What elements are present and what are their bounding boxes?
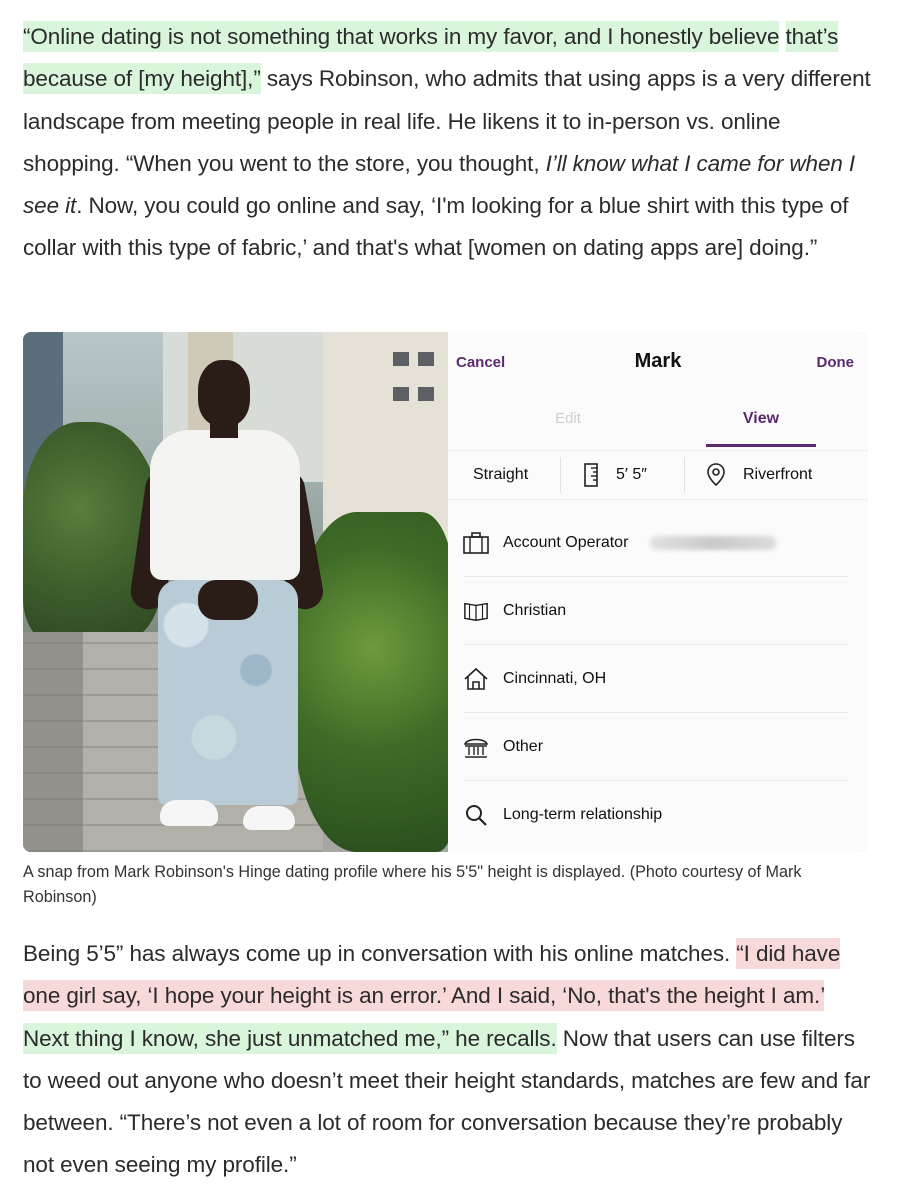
window — [418, 352, 434, 366]
profile-item-religion: Christian — [463, 577, 848, 645]
portrait-photo — [23, 332, 453, 852]
briefcase-icon — [463, 530, 489, 556]
shoe-left — [160, 800, 218, 826]
divider — [684, 457, 685, 493]
profile-vitals-row: Straight 5′ 5″ Riverfront — [448, 450, 868, 500]
location-value: Riverfront — [743, 466, 813, 483]
person — [128, 360, 326, 840]
profile-item-politics: Other — [463, 713, 848, 781]
looking-for-value: Long-term relationship — [503, 805, 663, 823]
figure-caption: A snap from Mark Robinson's Hinge dating… — [23, 863, 802, 906]
done-button[interactable]: Done — [817, 354, 855, 371]
article-figure: Cancel Mark Done Edit View Straight 5′ 5… — [23, 332, 868, 852]
divider — [560, 457, 561, 493]
profile-name: Mark — [634, 350, 682, 372]
article-section: “Online dating is not something that wor… — [0, 0, 897, 1200]
tab-view[interactable]: View — [706, 410, 816, 428]
hands — [198, 580, 258, 620]
active-tab-indicator — [706, 444, 816, 447]
government-building-icon — [463, 734, 489, 760]
profile-tabs: Edit View — [448, 406, 868, 450]
location-pin-icon — [703, 462, 729, 488]
ruler-icon — [578, 462, 604, 488]
height-cell: 5′ 5″ — [578, 451, 647, 499]
white-shirt — [150, 430, 300, 580]
highlighted-quote-green: Next thing I know, she just unmatched me… — [23, 1022, 557, 1054]
head — [198, 360, 250, 426]
window — [418, 387, 434, 401]
home-icon — [463, 666, 489, 692]
hometown-value: Cincinnati, OH — [503, 669, 607, 687]
height-value: 5′ 5″ — [616, 466, 647, 483]
shoe-right — [243, 806, 295, 830]
profile-header: Cancel Mark Done — [448, 332, 868, 406]
location-cell: Riverfront — [703, 451, 812, 499]
politics-value: Other — [503, 737, 544, 755]
magnifier-icon — [463, 802, 489, 828]
tab-edit[interactable]: Edit — [508, 410, 628, 427]
dating-profile-screenshot: Cancel Mark Done Edit View Straight 5′ 5… — [448, 332, 868, 852]
highlighted-quote-1: “Online dating is not something that wor… — [23, 21, 779, 52]
profile-item-job: Account Operator — [463, 509, 848, 577]
window — [393, 387, 409, 401]
profile-item-looking-for: Long-term relationship — [463, 781, 848, 848]
book-icon — [463, 598, 489, 624]
blurred-employer — [650, 535, 777, 550]
paragraph-text: . Now, you could go online and say, ‘I'm… — [23, 193, 849, 261]
profile-item-hometown: Cincinnati, OH — [463, 645, 848, 713]
orientation-value: Straight — [473, 466, 529, 483]
religion-value: Christian — [503, 601, 567, 619]
window — [393, 352, 409, 366]
paragraph-text: Being 5’5” has always come up in convers… — [23, 941, 737, 966]
article-paragraph-2: Being 5’5” has always come up in convers… — [23, 933, 873, 1187]
curb — [23, 632, 83, 852]
job-value: Account Operator — [503, 533, 629, 551]
article-paragraph-1: “Online dating is not something that wor… — [23, 16, 873, 270]
